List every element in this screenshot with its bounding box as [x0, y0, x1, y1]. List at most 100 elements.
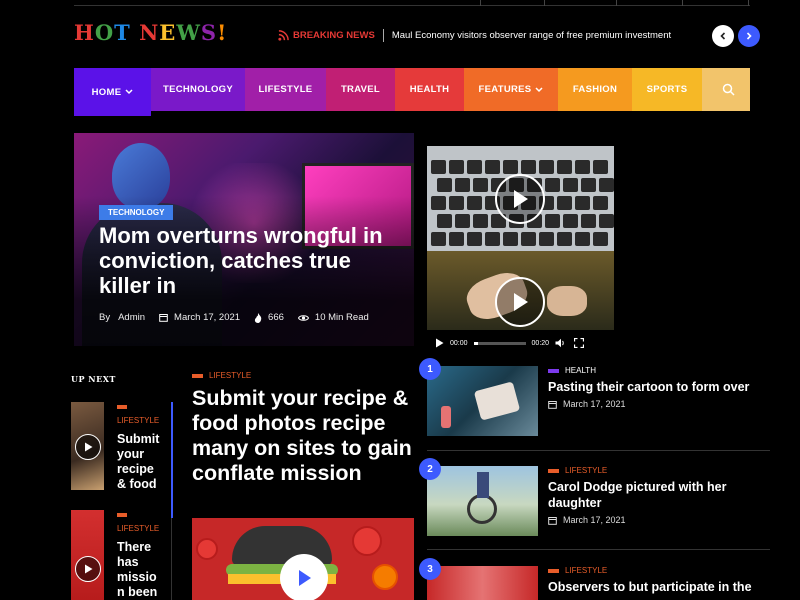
featured-category-label: LIFESTYLE: [209, 371, 252, 380]
side-list-item[interactable]: 1 HEALTH Pasting their cartoon to form o…: [419, 358, 770, 446]
hero-meta: By Admin March 17, 2021 666 10 Min Read: [99, 312, 383, 323]
hero-author[interactable]: By Admin: [99, 312, 145, 323]
category-dash: [548, 468, 559, 473]
volume-icon[interactable]: [555, 338, 566, 348]
play-icon[interactable]: [435, 338, 444, 348]
nav-item-fashion[interactable]: FASHION: [558, 68, 632, 111]
play-icon[interactable]: [495, 174, 545, 224]
calendar-icon: [548, 400, 557, 409]
nav-item-technology[interactable]: TECHNOLOGY: [151, 68, 245, 111]
side-item-thumbnail[interactable]: [427, 366, 538, 436]
hero-article[interactable]: TECHNOLOGY Mom overturns wrongful in con…: [74, 133, 414, 346]
eye-icon: [297, 314, 309, 321]
up-next-title[interactable]: There has missio n been: [117, 540, 165, 600]
up-next-thumbnail: [71, 510, 104, 600]
search-icon: [722, 83, 735, 96]
logo-letter: !: [217, 20, 228, 45]
top-bar-border: [74, 0, 750, 6]
logo-letter: W: [176, 20, 201, 45]
nav-item-features[interactable]: FEATURES: [464, 68, 558, 111]
video-progress-bar[interactable]: [473, 341, 526, 345]
hero-likes: 666: [254, 312, 284, 323]
fullscreen-icon[interactable]: [574, 338, 585, 348]
logo-letter: S: [200, 20, 218, 45]
category-dash: [548, 568, 559, 573]
hero-title[interactable]: Mom overturns wrongful in conviction, ca…: [99, 223, 399, 298]
chevron-down-icon: [535, 86, 543, 92]
side-list-item[interactable]: 2 LIFESTYLE Carol Dodge pictured with he…: [419, 458, 770, 546]
hero-category-tag[interactable]: TECHNOLOGY: [99, 205, 174, 220]
breaking-news-headline[interactable]: Maul Economy visitors observer range of …: [392, 30, 671, 41]
breaking-news-bar: BREAKING NEWS Maul Economy visitors obse…: [278, 29, 671, 42]
side-item-number: 2: [419, 458, 441, 480]
nav-label: FEATURES: [478, 84, 532, 95]
video-controls: 00:00 00:20: [427, 330, 614, 356]
logo-letter: O: [94, 20, 115, 45]
side-item-category[interactable]: LIFESTYLE: [548, 466, 607, 475]
nav-item-travel[interactable]: TRAVEL: [326, 68, 395, 111]
nav-item-home[interactable]: HOME: [74, 68, 151, 116]
main-nav: HOME TECHNOLOGY LIFESTYLE TRAVEL HEALTH …: [74, 68, 750, 116]
side-item-number: 3: [419, 558, 441, 580]
rss-icon: [278, 30, 289, 41]
video-player[interactable]: 00:00 00:20: [427, 146, 614, 356]
search-button[interactable]: [702, 68, 750, 111]
side-item-title[interactable]: Carol Dodge pictured with her daughter: [548, 479, 763, 511]
play-icon[interactable]: [495, 277, 545, 327]
up-next-active-rule: [171, 402, 173, 518]
flame-icon: [254, 312, 262, 323]
side-item-title[interactable]: Observers to but participate in the: [548, 579, 763, 595]
category-dash: [117, 513, 127, 517]
video-duration: 00:20: [531, 339, 550, 347]
hero-read-time-text: 10 Min Read: [314, 312, 369, 323]
site-logo[interactable]: HOT NEWS!: [74, 20, 227, 45]
logo-letter: E: [159, 20, 177, 45]
nav-item-sports[interactable]: SPORTS: [632, 68, 702, 111]
up-next-item[interactable]: LIFESTYLE There has missio n been: [71, 510, 171, 600]
side-list-item[interactable]: 3 LIFESTYLE Observers to but participate…: [419, 558, 770, 600]
up-next-title[interactable]: Submit your recipe & food: [117, 432, 165, 492]
ticker-next-button[interactable]: [738, 25, 760, 47]
chevron-left-icon: [720, 32, 726, 40]
side-item-title[interactable]: Pasting their cartoon to form over: [548, 379, 763, 395]
side-item-thumbnail[interactable]: [427, 466, 538, 536]
featured-category[interactable]: LIFESTYLE: [192, 371, 251, 380]
play-icon[interactable]: [75, 434, 101, 460]
side-item-category-label: LIFESTYLE: [565, 566, 608, 575]
video-current-time: 00:00: [450, 339, 468, 347]
hero-date: March 17, 2021: [159, 312, 240, 323]
author-name: Admin: [118, 312, 146, 323]
logo-letter: H: [74, 20, 95, 45]
side-item-number: 1: [419, 358, 441, 380]
side-item-category[interactable]: LIFESTYLE: [548, 566, 607, 575]
side-item-category-label: HEALTH: [565, 366, 596, 375]
up-next-item[interactable]: LIFESTYLE Submit your recipe & food: [71, 402, 171, 492]
logo-letter: [131, 20, 139, 45]
nav-item-lifestyle[interactable]: LIFESTYLE: [245, 68, 326, 111]
breaking-news-label: BREAKING NEWS: [293, 30, 375, 41]
side-item-thumbnail[interactable]: [427, 566, 538, 600]
up-next-thumbnail: [71, 402, 104, 490]
hero-date-text: March 17, 2021: [174, 312, 241, 323]
category-dash: [117, 405, 127, 409]
side-item-category[interactable]: HEALTH: [548, 366, 596, 375]
up-next-category[interactable]: LIFESTYLE: [117, 416, 159, 425]
nav-label: SPORTS: [646, 84, 688, 95]
nav-label: FASHION: [572, 84, 618, 95]
up-next-rule: [171, 518, 172, 600]
nav-label: LIFESTYLE: [258, 84, 313, 95]
up-next-heading: UP NEXT: [71, 374, 116, 384]
up-next-category[interactable]: LIFESTYLE: [117, 524, 159, 533]
play-icon[interactable]: [75, 556, 101, 582]
ticker-prev-button[interactable]: [712, 25, 734, 47]
calendar-icon: [548, 516, 557, 525]
nav-label: HEALTH: [409, 84, 450, 95]
author-prefix: By: [99, 312, 111, 323]
side-item-date-text: March 17, 2021: [563, 399, 626, 409]
featured-title[interactable]: Submit your recipe & food photos recipe …: [192, 386, 422, 486]
chevron-right-icon: [746, 32, 752, 40]
play-icon[interactable]: [280, 554, 328, 600]
nav-label: TRAVEL: [340, 84, 381, 95]
nav-item-health[interactable]: HEALTH: [395, 68, 464, 111]
side-item-date: March 17, 2021: [548, 399, 626, 409]
